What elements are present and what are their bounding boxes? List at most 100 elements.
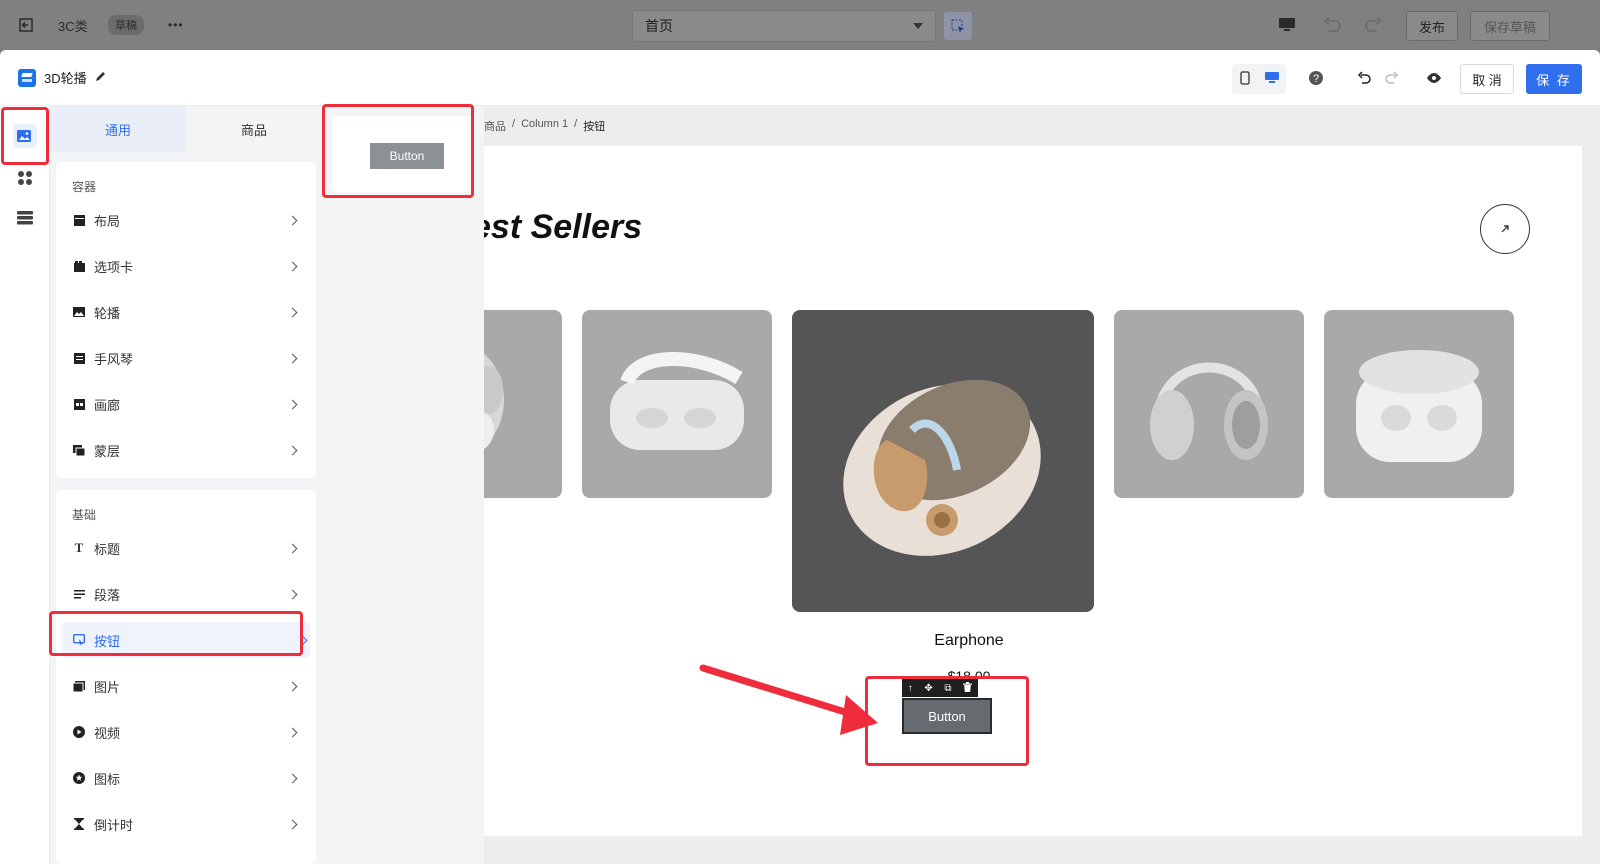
select-tool-icon[interactable] bbox=[944, 12, 972, 40]
drag-move-icon[interactable]: ✥ bbox=[924, 683, 932, 694]
star-icon bbox=[72, 771, 86, 785]
chevron-right-icon bbox=[287, 727, 298, 737]
cancel-button[interactable]: 取 消 bbox=[1460, 64, 1514, 94]
mobile-view-icon[interactable] bbox=[1239, 70, 1250, 88]
duplicate-icon[interactable]: ⧉ bbox=[944, 683, 951, 694]
undo-icon[interactable] bbox=[1322, 0, 1342, 50]
page-preview: est Sellers Earphone $18.00 ↑ ✥ ⧉ Button bbox=[484, 146, 1582, 836]
component-preview-panel: Button bbox=[322, 106, 484, 864]
carousel-icon bbox=[72, 305, 86, 319]
preview-button[interactable]: Button bbox=[370, 143, 444, 169]
earbuds-case-image bbox=[484, 353, 504, 450]
carousel-slide[interactable] bbox=[1324, 310, 1514, 498]
editor-title: 3D轮播 bbox=[18, 68, 107, 87]
desktop-preview-icon[interactable] bbox=[1278, 0, 1296, 50]
component-item-tabs[interactable]: 选项卡 bbox=[72, 248, 300, 284]
gallery-icon bbox=[72, 397, 86, 411]
headphones-image bbox=[1150, 362, 1268, 460]
editor-window: 3D轮播 ? 取 消 保 存 通用 商品 容器 布局 选项卡 轮播 手风琴 画廊… bbox=[0, 50, 1600, 864]
chevron-right-icon bbox=[287, 307, 298, 317]
breadcrumb-separator: / bbox=[574, 118, 578, 130]
component-item-accordion[interactable]: 手风琴 bbox=[72, 340, 300, 376]
chevron-right-icon bbox=[287, 681, 298, 691]
chevron-right-icon bbox=[287, 543, 298, 553]
chevron-right-icon bbox=[297, 635, 308, 645]
component-item-carousel[interactable]: 轮播 bbox=[72, 294, 300, 330]
component-item-label: 视频 bbox=[94, 725, 121, 741]
component-item-overlay[interactable]: 蒙层 bbox=[72, 432, 300, 468]
product-price[interactable]: $18.00 bbox=[864, 668, 1074, 678]
carousel-slide[interactable] bbox=[582, 310, 772, 498]
device-toggle bbox=[1232, 64, 1286, 94]
group-title: 基础 bbox=[72, 508, 97, 522]
page-select[interactable]: 首页 bbox=[632, 10, 936, 42]
component-panel: 通用 商品 容器 布局 选项卡 轮播 手风琴 画廊 蒙层 基础 T 标题 段落 … bbox=[50, 106, 322, 864]
component-item-paragraph[interactable]: 段落 bbox=[72, 576, 300, 612]
left-icon-rail bbox=[0, 106, 50, 864]
undo-icon[interactable] bbox=[1352, 66, 1376, 90]
delete-icon[interactable] bbox=[963, 681, 973, 695]
rail-components-icon[interactable] bbox=[13, 124, 37, 148]
component-item-button[interactable]: 按钮 bbox=[62, 622, 310, 658]
component-item-label: 段落 bbox=[94, 587, 121, 603]
carousel-slide-active[interactable] bbox=[792, 310, 1094, 612]
component-item-label: 图标 bbox=[94, 771, 121, 787]
save-button[interactable]: 保 存 bbox=[1526, 64, 1582, 94]
redo-icon[interactable] bbox=[1380, 66, 1404, 90]
carousel-slide[interactable] bbox=[1114, 310, 1304, 498]
desktop-view-icon[interactable] bbox=[1264, 71, 1279, 87]
redo-icon[interactable] bbox=[1364, 0, 1384, 50]
chevron-right-icon bbox=[287, 589, 298, 599]
breadcrumb-separator: / bbox=[512, 118, 516, 130]
save-draft-button[interactable]: 保存草稿 bbox=[1470, 11, 1550, 41]
component-item-icon[interactable]: 图标 bbox=[72, 760, 300, 796]
element-toolbar: ↑ ✥ ⧉ bbox=[902, 679, 978, 697]
component-item-image[interactable]: 图片 bbox=[72, 668, 300, 704]
top-bar: 3C类 草稿 ••• 首页 发布 保存草稿 bbox=[0, 0, 1600, 50]
tab-general[interactable]: 通用 bbox=[50, 106, 186, 152]
component-item-video[interactable]: 视频 bbox=[72, 714, 300, 750]
accordion-icon bbox=[72, 351, 86, 365]
rail-layers-icon[interactable] bbox=[13, 206, 37, 230]
component-item-heading[interactable]: T 标题 bbox=[72, 530, 300, 566]
component-item-label: 倒计时 bbox=[94, 817, 134, 833]
rail-widgets-icon[interactable] bbox=[13, 166, 37, 190]
view-all-arrow-button[interactable] bbox=[1480, 204, 1530, 254]
design-canvas: 商品 / Column 1 / 按钮 est Sellers Earphone … bbox=[484, 106, 1600, 864]
chevron-right-icon bbox=[287, 353, 298, 363]
layers-icon bbox=[18, 68, 36, 87]
tab-products[interactable]: 商品 bbox=[186, 106, 322, 152]
publish-button[interactable]: 发布 bbox=[1406, 11, 1458, 41]
component-title: 3D轮播 bbox=[44, 71, 87, 86]
chevron-right-icon bbox=[287, 819, 298, 829]
project-name: 3C类 bbox=[58, 18, 88, 34]
eye-preview-icon[interactable] bbox=[1422, 66, 1446, 90]
carousel-slide[interactable] bbox=[484, 310, 562, 498]
component-item-gallery[interactable]: 画廊 bbox=[72, 386, 300, 422]
component-item-label: 手风琴 bbox=[94, 351, 134, 367]
page-select-value: 首页 bbox=[645, 18, 673, 34]
arrow-up-right-icon bbox=[1501, 225, 1509, 233]
product-name[interactable]: Earphone bbox=[864, 632, 1074, 650]
component-item-layout[interactable]: 布局 bbox=[72, 202, 300, 238]
button-preview-card[interactable]: Button bbox=[332, 116, 474, 192]
earbuds-case-image bbox=[1356, 350, 1482, 462]
breadcrumb-item[interactable]: 商品 bbox=[484, 118, 506, 134]
component-item-countdown[interactable]: 倒计时 bbox=[72, 806, 300, 842]
move-up-icon[interactable]: ↑ bbox=[908, 683, 913, 694]
more-menu-icon[interactable]: ••• bbox=[168, 0, 184, 50]
hourglass-icon bbox=[72, 817, 86, 831]
component-item-label: 蒙层 bbox=[94, 443, 121, 459]
exit-icon[interactable] bbox=[18, 0, 34, 50]
group-title: 容器 bbox=[72, 180, 97, 194]
component-item-label: 选项卡 bbox=[94, 259, 134, 275]
tabs-icon bbox=[72, 259, 86, 273]
chevron-right-icon bbox=[287, 261, 298, 271]
group-container: 容器 布局 选项卡 轮播 手风琴 画廊 蒙层 bbox=[56, 162, 316, 478]
help-icon[interactable]: ? bbox=[1304, 66, 1328, 90]
selected-button[interactable]: Button bbox=[902, 698, 992, 734]
breadcrumb-item[interactable]: Column 1 bbox=[521, 118, 568, 134]
edit-pencil-icon[interactable] bbox=[95, 70, 107, 85]
section-headline[interactable]: est Sellers bbox=[484, 208, 642, 247]
component-item-label: 画廊 bbox=[94, 397, 121, 413]
